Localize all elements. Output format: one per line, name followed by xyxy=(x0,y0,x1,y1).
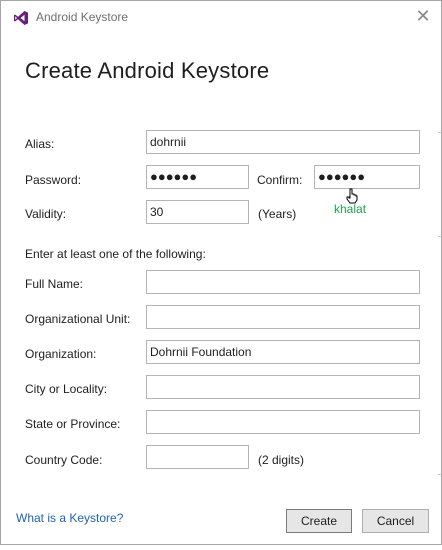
org-unit-input[interactable] xyxy=(146,305,420,329)
city-input[interactable] xyxy=(146,375,420,399)
page-title: Create Android Keystore xyxy=(25,58,270,83)
full-name-input[interactable] xyxy=(146,270,420,294)
state-input[interactable] xyxy=(146,410,420,434)
create-button[interactable]: Create xyxy=(286,509,352,533)
confirm-label: Confirm: xyxy=(257,173,303,187)
what-is-keystore-link[interactable]: What is a Keystore? xyxy=(16,511,123,525)
title-bar: Android Keystore ✕ xyxy=(1,1,441,33)
organization-label: Organization: xyxy=(25,347,97,361)
country-code-input[interactable] xyxy=(146,445,249,469)
background-edge-line xyxy=(438,236,442,237)
background-edge-line xyxy=(438,474,442,475)
background-edge-line xyxy=(438,132,442,133)
alias-label: Alias: xyxy=(25,137,55,151)
country-code-label: Country Code: xyxy=(25,453,103,467)
close-icon: ✕ xyxy=(415,6,431,27)
instructions-text: Enter at least one of the following: xyxy=(25,247,206,261)
window-title: Android Keystore xyxy=(36,10,129,24)
password-input[interactable]: ●●●●●● xyxy=(146,165,249,189)
password-label: Password: xyxy=(25,173,82,187)
country-code-hint: (2 digits) xyxy=(258,453,305,467)
alias-input[interactable]: dohrnii xyxy=(146,130,420,154)
org-unit-label: Organizational Unit: xyxy=(25,312,131,326)
organization-input[interactable]: Dohrnii Foundation xyxy=(146,340,420,364)
full-name-label: Full Name: xyxy=(25,277,84,291)
android-keystore-dialog: Android Keystore ✕ Create Android Keysto… xyxy=(0,0,442,545)
cancel-button[interactable]: Cancel xyxy=(362,509,429,533)
close-button[interactable]: ✕ xyxy=(411,5,435,29)
validity-unit-label: (Years) xyxy=(258,207,297,221)
state-label: State or Province: xyxy=(25,417,121,431)
city-label: City or Locality: xyxy=(25,382,108,396)
confirm-password-input[interactable]: ●●●●●● xyxy=(314,165,420,189)
validity-input[interactable]: 30 xyxy=(146,200,249,224)
annotation-text: khalat xyxy=(334,202,367,216)
validity-label: Validity: xyxy=(25,207,67,221)
visual-studio-icon xyxy=(14,11,28,25)
